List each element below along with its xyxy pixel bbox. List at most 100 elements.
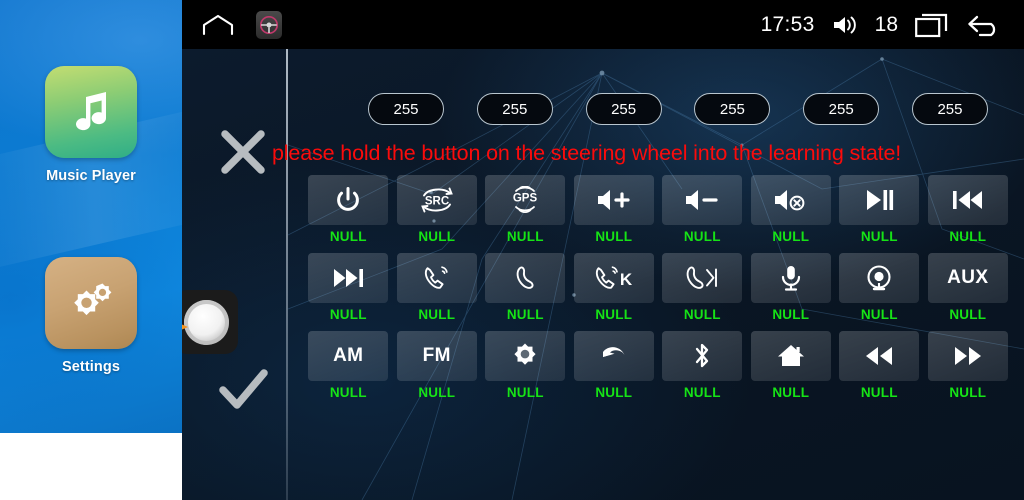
function-label: NULL [506, 229, 544, 244]
rotary-knob-icon[interactable] [182, 290, 250, 366]
previous-track-button[interactable] [927, 175, 1008, 225]
value-pill[interactable]: 255 [368, 93, 444, 125]
settings-button[interactable] [485, 331, 566, 381]
back-button[interactable] [573, 331, 654, 381]
call-answer-button[interactable] [396, 253, 477, 303]
clock: 17:53 [760, 12, 815, 36]
function-cell: AM NULL [308, 331, 389, 400]
function-cell: NULL [573, 331, 655, 400]
svg-text:GPS: GPS [513, 193, 538, 205]
orange-arrow-icon [182, 324, 188, 330]
function-label: NULL [595, 307, 633, 322]
volume-up-button[interactable] [573, 175, 654, 225]
call-hangup-skip-button[interactable] [662, 253, 743, 303]
call-hangup-button[interactable] [485, 253, 566, 303]
app-tile-music-player[interactable]: Music Player [0, 66, 182, 184]
function-cell: SRC NULL [396, 175, 478, 244]
app-label: Settings [62, 359, 120, 375]
volume-down-icon [684, 187, 720, 213]
function-cell: NULL [927, 331, 1009, 400]
rewind-button[interactable] [839, 331, 920, 381]
value-pill[interactable]: 255 [585, 93, 662, 125]
mute-icon [773, 187, 809, 213]
function-label: NULL [683, 229, 721, 244]
status-bar-left [202, 10, 282, 39]
function-label: NULL [418, 385, 456, 400]
aux-button[interactable]: AUX [927, 253, 1008, 303]
source-button[interactable]: SRC [396, 175, 477, 225]
camera-button[interactable] [839, 253, 920, 303]
function-cell: NULL [308, 175, 389, 244]
function-label: NULL [772, 385, 810, 400]
panel-divider [286, 49, 288, 500]
head-unit-panel: 17:53 18 255 255 255 255 255 255 please … [182, 0, 1024, 500]
bluetooth-icon [691, 342, 713, 370]
function-label: NULL [683, 307, 721, 322]
swc-learning-content: 255 255 255 255 255 255 please hold the … [182, 49, 1024, 500]
microphone-icon [778, 264, 804, 292]
function-cell: NULL [485, 331, 566, 400]
volume-down-button[interactable] [662, 175, 743, 225]
function-label: NULL [595, 229, 633, 244]
gear-icon [511, 342, 539, 370]
function-label: NULL [329, 307, 367, 322]
next-track-button[interactable] [308, 253, 389, 303]
status-bar: 17:53 18 [182, 0, 1024, 49]
am-label: AM [333, 345, 364, 366]
function-label: NULL [683, 385, 721, 400]
home-button[interactable] [750, 331, 831, 381]
gps-icon: GPS [509, 186, 541, 214]
function-cell: AUX NULL [927, 253, 1009, 322]
gears-icon [45, 257, 137, 349]
call-answer-icon [422, 264, 452, 292]
function-cell: K NULL [573, 253, 655, 322]
mute-button[interactable] [750, 175, 831, 225]
microphone-button[interactable] [750, 253, 831, 303]
checkmark-icon[interactable] [212, 359, 274, 421]
src-source-icon: SRC [420, 186, 454, 214]
call-answer-k-button[interactable]: K [573, 253, 654, 303]
function-cell: NULL [839, 253, 920, 322]
next-track-icon [331, 265, 365, 291]
function-cell: NULL [485, 253, 566, 322]
launcher-sidebar: Music Player Settings [0, 0, 182, 500]
function-cell: NULL [662, 331, 743, 400]
channel-value-row: 255 255 255 255 255 255 [368, 93, 988, 125]
value-pill[interactable]: 255 [694, 93, 771, 125]
speaker-icon[interactable] [832, 14, 858, 36]
aux-label: AUX [947, 267, 989, 288]
fast-forward-button[interactable] [927, 331, 1008, 381]
power-button[interactable] [308, 175, 389, 225]
fm-button[interactable]: FM [396, 331, 477, 381]
function-label: NULL [418, 229, 456, 244]
function-label: NULL [506, 385, 544, 400]
svg-text:K: K [620, 270, 633, 289]
status-bar-right: 17:53 18 [761, 12, 1002, 38]
recent-apps-icon[interactable] [915, 12, 949, 38]
back-arrow-icon[interactable] [966, 12, 1002, 38]
close-x-icon[interactable] [212, 121, 274, 183]
function-label: NULL [860, 229, 898, 244]
volume-up-icon [596, 187, 632, 213]
function-cell: FM NULL [396, 331, 478, 400]
home-icon [777, 343, 805, 369]
play-pause-button[interactable] [839, 175, 920, 225]
gps-button[interactable]: GPS [485, 175, 566, 225]
function-label: NULL [418, 307, 456, 322]
value-pill[interactable]: 255 [911, 93, 988, 125]
bluetooth-button[interactable] [662, 331, 743, 381]
function-label: NULL [506, 307, 544, 322]
app-tile-settings[interactable]: Settings [0, 257, 182, 375]
am-button[interactable]: AM [308, 331, 389, 381]
power-icon [334, 186, 362, 214]
function-cell: NULL [573, 175, 655, 244]
call-answer-k-icon: K [593, 264, 635, 292]
app-label: Music Player [46, 168, 136, 184]
value-pill[interactable]: 255 [476, 93, 553, 125]
warning-message: please hold the button on the steering w… [272, 141, 902, 165]
steering-wheel-icon[interactable] [256, 10, 282, 39]
call-hangup-skip-icon [682, 264, 722, 292]
value-pill[interactable]: 255 [803, 93, 880, 125]
home-outline-icon[interactable] [202, 13, 234, 37]
music-note-icon [45, 66, 137, 158]
